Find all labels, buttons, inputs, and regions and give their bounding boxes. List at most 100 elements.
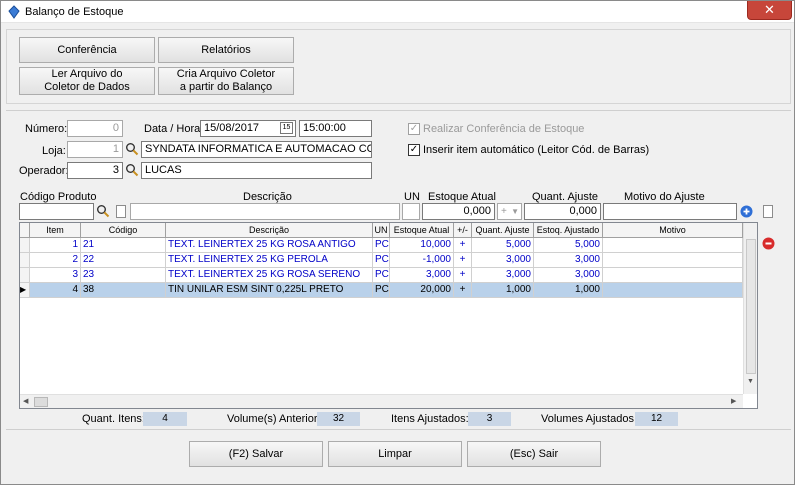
cell-un: PC [373, 283, 390, 298]
loja-name-field[interactable]: SYNDATA INFORMATICA E AUTOMACAO COME [141, 141, 372, 158]
divider [6, 429, 791, 430]
scroll-down-icon[interactable]: ▼ [747, 378, 754, 385]
remove-icon[interactable] [762, 237, 775, 250]
hora-field[interactable]: 15:00:00 [299, 120, 372, 137]
sair-button[interactable]: (Esc) Sair [467, 441, 601, 467]
cell-quant: 3,000 [472, 268, 534, 283]
data-label: Data / Hora: [144, 123, 204, 135]
itens-ajustados-label: Itens Ajustados: [391, 413, 469, 425]
volumes-ajustados-label: Volumes Ajustados: [541, 413, 638, 425]
quant-itens-label: Quant. Itens: [82, 413, 145, 425]
loja-code-field[interactable]: 1 [67, 141, 123, 158]
motivo-label: Motivo do Ajuste [624, 191, 705, 203]
cell-sinal: + [454, 268, 472, 283]
cell-estoque: -1,000 [390, 253, 454, 268]
data-field[interactable]: 15/08/2017 15 [200, 120, 296, 137]
search-icon[interactable] [125, 163, 139, 177]
realizar-conferencia-checkbox[interactable]: ✓ [408, 123, 420, 135]
row-indicator[interactable] [20, 268, 30, 283]
sign-select[interactable]: + ▼ [497, 203, 522, 220]
cell-item: 1 [30, 238, 81, 253]
title-bar: Balanço de Estoque ✕ [1, 1, 794, 23]
loja-label: Loja: [42, 145, 66, 157]
cell-quant: 5,000 [472, 238, 534, 253]
cell-codigo: 38 [81, 283, 166, 298]
un-input [402, 203, 420, 220]
cell-sinal: + [454, 253, 472, 268]
cell-estoque: 20,000 [390, 283, 454, 298]
page-icon[interactable] [763, 205, 773, 218]
cell-quant: 1,000 [472, 283, 534, 298]
cell-estoque: 3,000 [390, 268, 454, 283]
toolbar-panel: Conferência Relatórios Ler Arquivo do Co… [6, 29, 791, 104]
add-icon[interactable] [740, 205, 753, 218]
operador-code-field[interactable]: 3 [67, 162, 123, 179]
current-row-arrow-icon[interactable]: ▶ [20, 283, 30, 298]
col-ajustado[interactable]: Estoq. Ajustado [534, 223, 603, 238]
col-sinal[interactable]: +/- [454, 223, 472, 238]
cell-ajustado: 3,000 [534, 268, 603, 283]
close-button[interactable]: ✕ [747, 1, 792, 20]
horizontal-scrollbar[interactable]: ◀ ▶ [20, 394, 743, 408]
app-icon [8, 5, 20, 19]
cell-un: PC [373, 253, 390, 268]
codigo-input[interactable] [19, 203, 94, 220]
inserir-item-checkbox[interactable]: ✓ [408, 144, 420, 156]
cell-sinal: + [454, 238, 472, 253]
window: Balanço de Estoque ✕ Conferência Relatór… [0, 0, 795, 485]
cell-descricao: TIN UNILAR ESM SINT 0,225L PRETO [166, 283, 373, 298]
inserir-item-label: Inserir item automático (Leitor Cód. de … [423, 144, 650, 156]
col-item[interactable]: Item [30, 223, 81, 238]
row-indicator[interactable] [20, 238, 30, 253]
cell-estoque: 10,000 [390, 238, 454, 253]
search-icon[interactable] [125, 142, 139, 156]
volume-anterior-label: Volume(s) Anterior: [227, 413, 321, 425]
operador-name-field[interactable]: LUCAS [141, 162, 372, 179]
col-descricao[interactable]: Descrição [166, 223, 373, 238]
motivo-input[interactable] [603, 203, 737, 220]
cell-ajustado: 5,000 [534, 238, 603, 253]
row-indicator[interactable] [20, 253, 30, 268]
operador-label: Operador: [19, 165, 69, 177]
scroll-thumb[interactable] [746, 239, 756, 374]
col-codigo[interactable]: Código [81, 223, 166, 238]
ler-arquivo-button[interactable]: Ler Arquivo do Coletor de Dados [19, 67, 155, 95]
hscroll-thumb[interactable] [34, 397, 48, 407]
cell-un: PC [373, 268, 390, 283]
scroll-right-icon[interactable]: ▶ [731, 397, 736, 405]
items-grid[interactable]: Item Código Descrição UN Estoque Atual +… [19, 222, 758, 409]
cell-ajustado: 1,000 [534, 283, 603, 298]
estoque-input[interactable]: 0,000 [422, 203, 495, 220]
calendar-icon[interactable]: 15 [280, 122, 293, 134]
volume-anterior-value: 32 [317, 412, 360, 426]
numero-field[interactable]: 0 [67, 120, 123, 137]
cell-sinal: + [454, 283, 472, 298]
col-estoque[interactable]: Estoque Atual [390, 223, 454, 238]
col-un[interactable]: UN [373, 223, 390, 238]
new-page-icon[interactable] [116, 205, 126, 218]
cell-motivo [603, 238, 743, 253]
quant-ajuste-input[interactable]: 0,000 [524, 203, 601, 220]
conferencia-button[interactable]: Conferência [19, 37, 155, 63]
cell-codigo: 21 [81, 238, 166, 253]
relatorios-button[interactable]: Relatórios [158, 37, 294, 63]
cell-descricao: TEXT. LEINERTEX 25 KG PEROLA [166, 253, 373, 268]
col-motivo[interactable]: Motivo [603, 223, 743, 238]
cell-codigo: 22 [81, 253, 166, 268]
cell-motivo [603, 283, 743, 298]
volumes-ajustados-value: 12 [635, 412, 678, 426]
realizar-conferencia-label: Realizar Conferência de Estoque [423, 123, 585, 135]
numero-label: Número: [25, 123, 68, 135]
limpar-button[interactable]: Limpar [328, 441, 462, 467]
scroll-left-icon[interactable]: ◀ [23, 397, 28, 405]
cria-arquivo-button[interactable]: Cria Arquivo Coletor a partir do Balanço [158, 67, 294, 95]
vertical-scrollbar[interactable]: ▼ [743, 223, 757, 394]
col-quant[interactable]: Quant. Ajuste [472, 223, 534, 238]
search-icon[interactable] [96, 204, 110, 218]
cell-motivo [603, 253, 743, 268]
quant-ajuste-label: Quant. Ajuste [532, 191, 599, 203]
cell-item: 3 [30, 268, 81, 283]
cell-descricao: TEXT. LEINERTEX 25 KG ROSA ANTIGO [166, 238, 373, 253]
salvar-button[interactable]: (F2) Salvar [189, 441, 323, 467]
estoque-label: Estoque Atual [428, 191, 496, 203]
